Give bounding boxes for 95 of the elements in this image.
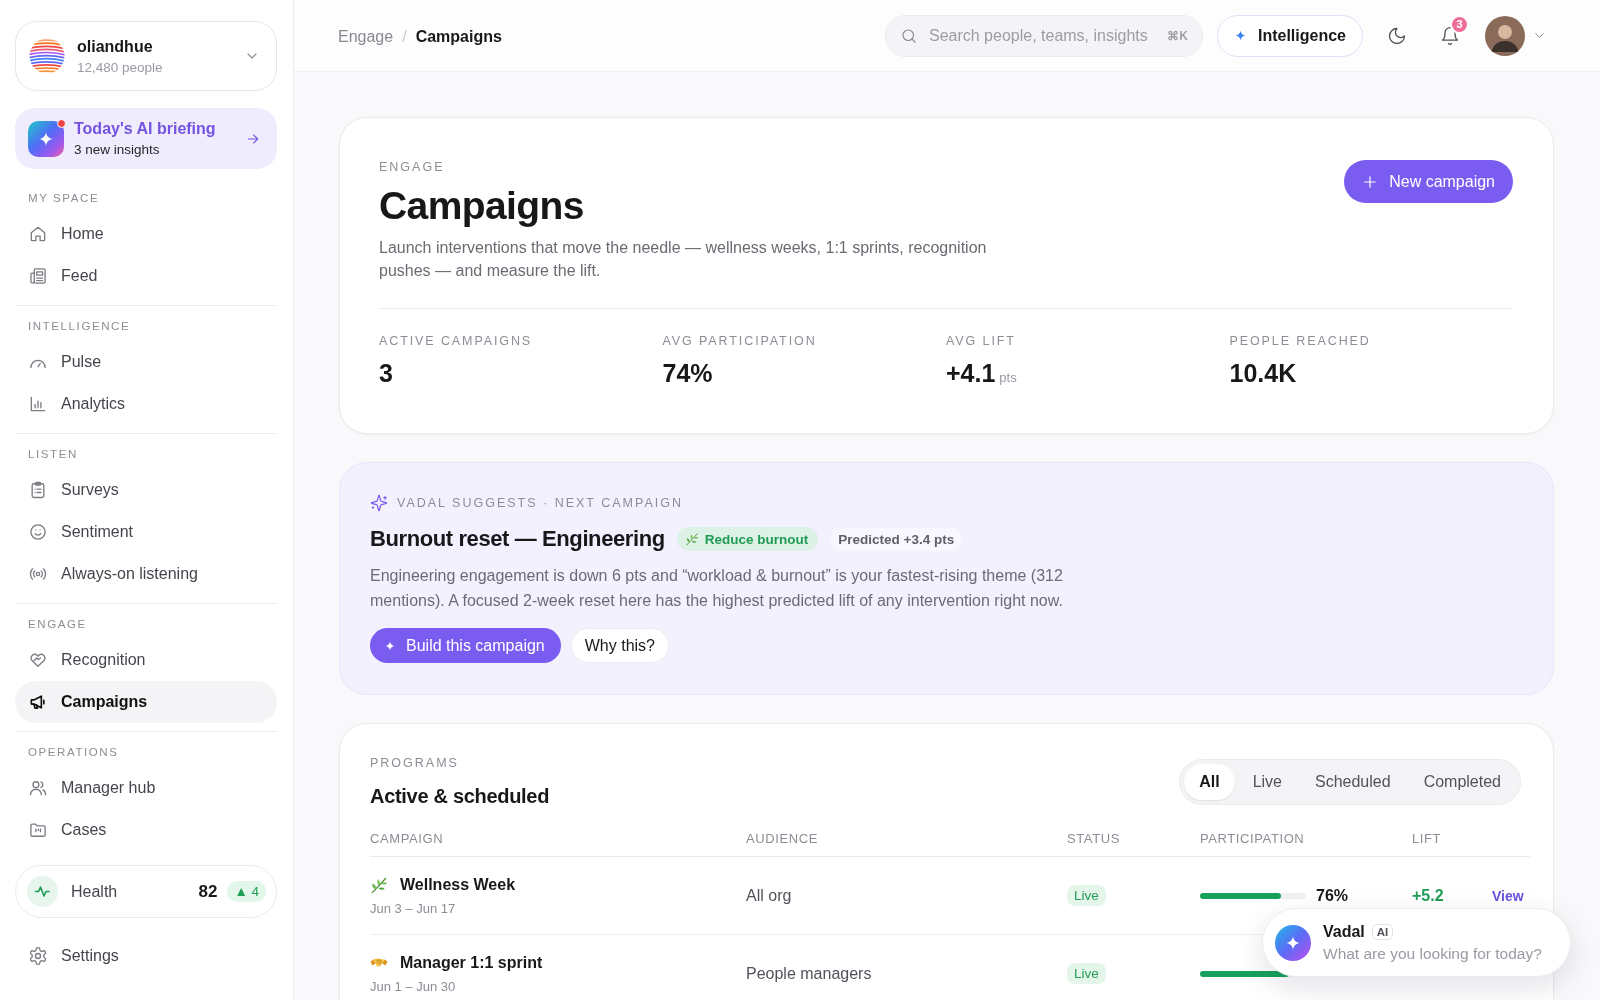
nav-item[interactable]: Manager hub	[15, 767, 277, 809]
suggestion-title: Burnout reset — Engineering	[370, 526, 665, 552]
health-label: Health	[71, 882, 119, 901]
avatar-icon[interactable]	[1485, 15, 1525, 56]
stat-value: 3	[379, 358, 393, 388]
logo-icon	[29, 38, 65, 74]
column-header: PARTICIPATION	[1200, 830, 1306, 846]
assistant-sparkle-icon	[1275, 924, 1311, 961]
filter-tab[interactable]: All	[1184, 764, 1235, 800]
stat-label: AVG PARTICIPATION	[662, 333, 818, 349]
sparkle-icon	[1233, 29, 1247, 42]
nav-item[interactable]: Sentiment	[15, 511, 277, 553]
campaign-name: Manager 1:1 sprint	[400, 953, 543, 972]
workspace-name: oliandhue	[77, 37, 154, 56]
page-description: Launch interventions that move the needle — wellness weeks, 1:1 sprints, recognition pushes — and measure the lift.	[379, 238, 988, 281]
page-title: Campaigns	[379, 184, 585, 228]
primary-button[interactable]: Build this campaign	[370, 628, 561, 663]
home-icon	[28, 224, 48, 244]
bar-chart-icon	[28, 394, 48, 414]
status-badge: Live	[1067, 963, 1106, 984]
view-link[interactable]: View	[1492, 887, 1524, 904]
eyebrow-label: ENGAGE	[379, 159, 446, 175]
prediction-text: Predicted +3.4 pts	[830, 527, 963, 551]
sparkle-tile-icon	[28, 120, 64, 157]
workspace-switcher[interactable]: oliandhue 12,480 people	[15, 21, 277, 91]
audience-text: People managers	[746, 964, 872, 982]
section-title: Active & scheduled	[370, 784, 550, 809]
assistant-dialog[interactable]: Vadal AI What are you looking for today?	[1262, 908, 1571, 977]
nav-item[interactable]: Pulse	[15, 341, 277, 383]
member-count: 12,480 people	[77, 59, 164, 75]
section-label: MY SPACE	[27, 191, 101, 206]
audience-text: All org	[746, 886, 792, 904]
section-label: ENGAGE	[27, 617, 88, 632]
status-badge: Live	[1067, 885, 1106, 906]
secondary-button[interactable]: Why this?	[570, 628, 669, 663]
nav-item[interactable]: Settings	[15, 935, 277, 977]
filter-tab[interactable]: Completed	[1408, 764, 1516, 800]
settings-icon	[28, 946, 48, 966]
smiley-icon	[28, 522, 48, 542]
search-icon	[899, 26, 918, 45]
assistant-name: Vadal	[1323, 922, 1365, 941]
health-score: 82	[198, 881, 218, 902]
campaign-name: Wellness Week	[400, 875, 516, 894]
nav-item[interactable]: Analytics	[15, 383, 277, 425]
notification-badge: 3	[1450, 14, 1469, 34]
breadcrumb-separator: /	[402, 27, 407, 46]
briefing-card[interactable]: Today's AI briefing 3 new insights	[15, 108, 277, 169]
column-header: LIFT	[1412, 830, 1443, 846]
section-label: OPERATIONS	[27, 745, 120, 760]
stat-value: 74%	[662, 358, 713, 388]
eyebrow-label: VADAL SUGGESTS · NEXT CAMPAIGN	[397, 495, 683, 511]
newspaper-icon	[28, 266, 48, 286]
breadcrumb-current: Campaigns	[415, 27, 502, 46]
change-badge: ▲ 4	[227, 881, 266, 902]
megaphone-icon	[28, 692, 48, 712]
users-icon	[28, 778, 48, 798]
column-header: CAMPAIGN	[370, 830, 445, 846]
briefing-title: Today's AI briefing	[74, 120, 217, 138]
stat-label: ACTIVE CAMPAIGNS	[379, 333, 534, 349]
column-header: STATUS	[1067, 830, 1121, 846]
intelligence-button[interactable]: Intelligence	[1216, 14, 1363, 57]
filter-tab[interactable]: Live	[1237, 764, 1297, 800]
nav-item[interactable]: Home	[15, 213, 277, 255]
stat-label: PEOPLE REACHED	[1229, 333, 1372, 349]
participation-value: 76%	[1316, 886, 1349, 905]
eyebrow-label: PROGRAMS	[370, 755, 460, 771]
new-campaign-button[interactable]: New campaign	[1344, 160, 1513, 203]
stat-unit: pts	[999, 369, 1017, 387]
suggestion-text: Engineering engagement is down 6 pts and “workload & burnout” is your fastest-rising theme (312 mentions). A focused 2-week reset here has the highest predicted lift of any intervention right now.	[370, 566, 1064, 611]
nav-item[interactable]: Always-on listening	[15, 553, 277, 595]
stat-value: 10.4K	[1229, 358, 1297, 388]
ai-badge: AI	[1371, 923, 1394, 940]
nav-item[interactable]: Surveys	[15, 469, 277, 511]
nav-item[interactable]: Recognition	[15, 639, 277, 681]
nav-item[interactable]: Cases	[15, 809, 277, 851]
briefing-subtitle: 3 new insights	[74, 142, 161, 157]
stat-value: +4.1	[946, 358, 996, 388]
campaign-dates: Jun 1 – Jun 30	[370, 978, 457, 994]
goal-tag-label: Reduce burnout	[704, 531, 809, 547]
assistant-prompt: What are you looking for today?	[1323, 944, 1542, 963]
sparkles-icon	[370, 494, 388, 512]
section-label: LISTEN	[27, 447, 79, 462]
moon-icon[interactable]	[1387, 25, 1407, 46]
nav-item[interactable]: Feed	[15, 255, 277, 297]
section-label: INTELLIGENCE	[27, 319, 132, 334]
stat-label: AVG LIFT	[946, 333, 1017, 349]
leaf-icon	[370, 875, 388, 894]
nav-item[interactable]: Campaigns	[15, 681, 277, 723]
shortcut-hint: ⌘K	[1167, 28, 1188, 43]
leaf-icon	[684, 532, 699, 546]
filter-tab[interactable]: Scheduled	[1300, 764, 1406, 800]
pulse-icon	[27, 876, 58, 907]
lift-value: +5.2	[1412, 886, 1444, 904]
campaign-dates: Jun 3 – Jun 17	[370, 900, 457, 916]
column-header: AUDIENCE	[746, 830, 819, 846]
